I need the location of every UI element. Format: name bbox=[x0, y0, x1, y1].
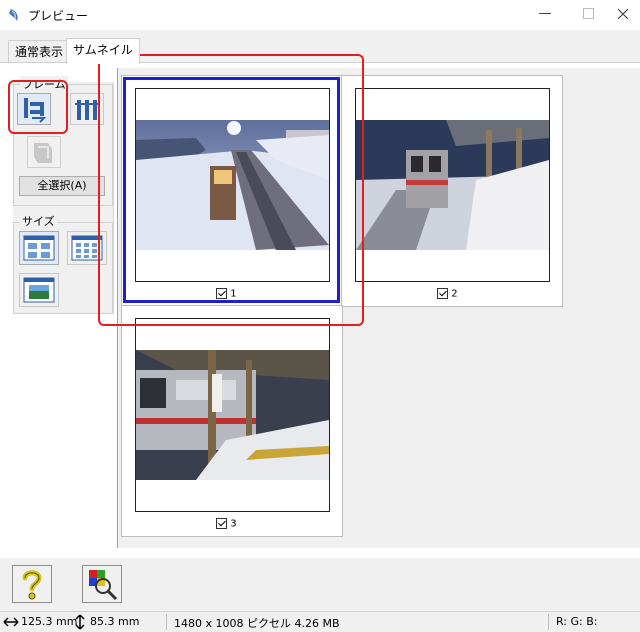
thumbnail-checkbox-1[interactable]: 1 bbox=[216, 288, 237, 300]
checkbox-checked-icon bbox=[216, 288, 227, 299]
size-large-button[interactable] bbox=[19, 273, 59, 307]
height-value: 85.3 mm bbox=[90, 615, 140, 628]
thumbnail-number-2: 2 bbox=[451, 288, 458, 300]
thumbnail-frame-2[interactable] bbox=[355, 88, 550, 282]
status-separator bbox=[166, 614, 167, 630]
thumbnail-photo-3 bbox=[136, 350, 329, 480]
thumbnail-checkbox-2[interactable]: 2 bbox=[437, 288, 458, 300]
color-magnifier-icon bbox=[89, 570, 118, 601]
thumbnail-frame-1[interactable] bbox=[135, 88, 330, 282]
color-palette-button[interactable] bbox=[82, 565, 122, 603]
rotate-button[interactable] bbox=[27, 136, 61, 168]
large-thumbnail-icon bbox=[23, 277, 55, 303]
help-icon bbox=[22, 570, 42, 600]
close-icon bbox=[617, 8, 629, 19]
thumbnail-frame-3[interactable] bbox=[135, 318, 330, 512]
width-value: 125.3 mm bbox=[21, 615, 78, 628]
tab-normal-view[interactable]: 通常表示 bbox=[8, 40, 71, 63]
thumbnail-photo-2 bbox=[356, 120, 549, 250]
thumbnail-number-3: 3 bbox=[230, 518, 237, 530]
frame-group-label: フレーム bbox=[20, 76, 68, 92]
thumbnail-checkbox-3[interactable]: 3 bbox=[216, 518, 237, 530]
maximize-button[interactable] bbox=[573, 4, 603, 24]
status-separator bbox=[548, 614, 549, 630]
thumbnail-number-1: 1 bbox=[230, 288, 237, 300]
rgb-readout: R: G: B: bbox=[556, 615, 598, 628]
title-bar: プレビュー — bbox=[0, 0, 640, 30]
minimize-button[interactable]: — bbox=[530, 4, 560, 24]
image-info: 1480 x 1008 ピクセル 4.26 MB bbox=[174, 617, 340, 630]
vertical-frame-button[interactable] bbox=[17, 93, 51, 125]
height-arrow-icon bbox=[75, 614, 85, 630]
horizontal-frame-button[interactable] bbox=[70, 93, 104, 125]
size-group-label: サイズ bbox=[20, 213, 57, 229]
thumbnail-photo-1 bbox=[136, 120, 329, 250]
close-button[interactable] bbox=[608, 4, 638, 24]
checkbox-checked-icon bbox=[437, 288, 448, 299]
size-medium-button[interactable] bbox=[19, 231, 59, 265]
size-small-button[interactable] bbox=[67, 231, 107, 265]
width-arrow-icon bbox=[3, 617, 19, 627]
select-all-button[interactable]: 全選択(A) bbox=[19, 176, 105, 196]
window-title: プレビュー bbox=[28, 9, 89, 23]
small-thumbnails-icon bbox=[71, 235, 103, 261]
tab-thumbnail[interactable]: サムネイル bbox=[66, 38, 140, 64]
horizontal-frame-icon bbox=[75, 100, 99, 120]
app-icon bbox=[9, 9, 18, 21]
rotate-icon bbox=[34, 143, 52, 163]
medium-thumbnails-icon bbox=[23, 235, 55, 261]
status-bar: 125.3 mm 85.3 mm 1480 x 1008 ピクセル 4.26 M… bbox=[0, 611, 640, 632]
help-button[interactable] bbox=[12, 565, 52, 603]
maximize-icon bbox=[582, 8, 594, 19]
vertical-frame-icon bbox=[24, 98, 47, 123]
checkbox-checked-icon bbox=[216, 518, 227, 529]
